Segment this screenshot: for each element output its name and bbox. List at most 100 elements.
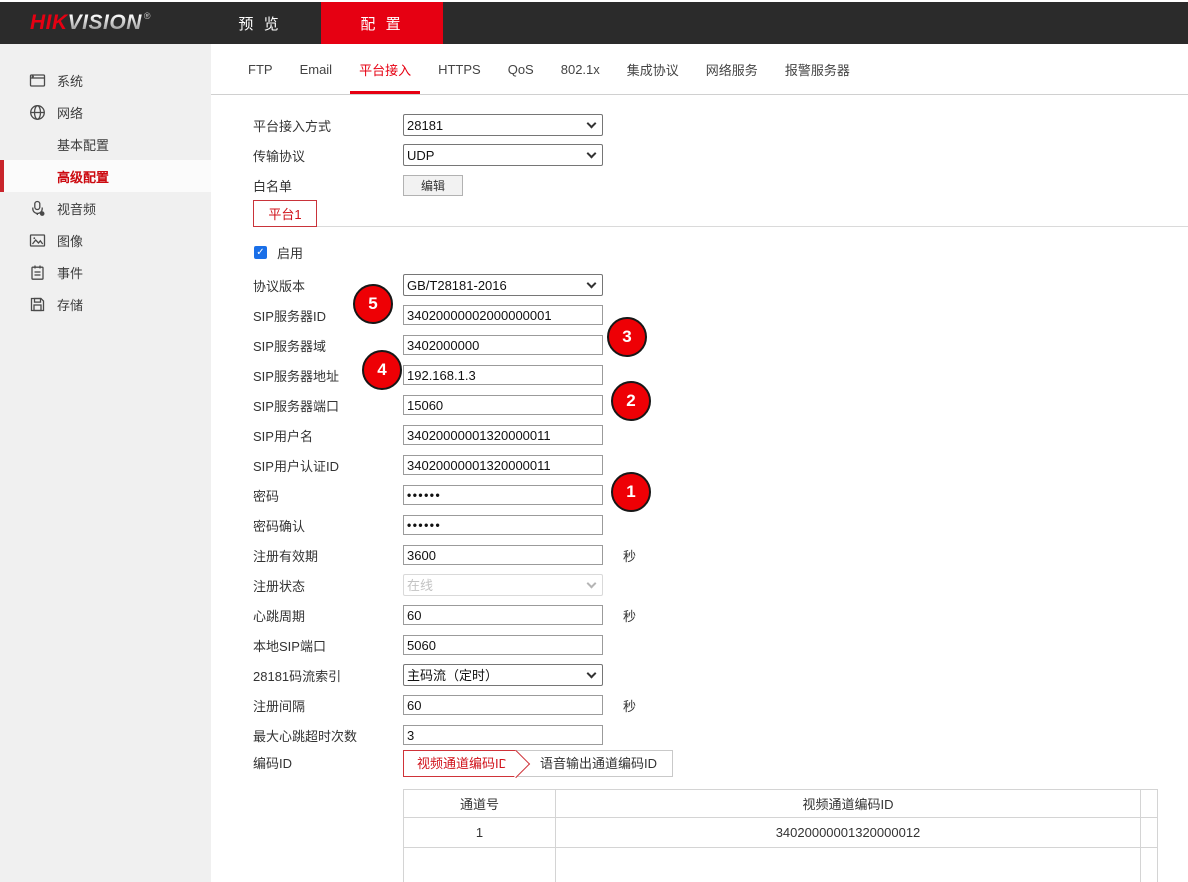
channel-table-body: 134020000001320000012 — [404, 818, 1158, 882]
table-cell: 1 — [404, 818, 556, 848]
form-row: 最大心跳超时次数 — [253, 720, 1188, 750]
subtab-integration-protocol[interactable]: 集成协议 — [620, 44, 686, 94]
field-label: 28181码流索引 — [253, 666, 403, 685]
password-confirm-input[interactable] — [403, 515, 603, 535]
subtab-qos[interactable]: QoS — [501, 44, 541, 94]
sidebar-item-audio-video[interactable]: 视音频 — [0, 192, 211, 224]
transport-protocol-select[interactable]: UDP — [403, 144, 603, 166]
sidebar-item-label: 视音频 — [57, 199, 96, 218]
audio-video-icon — [29, 200, 46, 217]
whitelist-edit-button[interactable]: 编辑 — [403, 175, 463, 196]
sidebar-item-label: 事件 — [57, 263, 83, 282]
settings-tab-bar: FTP Email 平台接入 HTTPS QoS 802.1x 集成协议网络服务报警服务器 — [211, 44, 1188, 95]
content-area: FTPEmail平台接入HTTPSQoS802.1x集成协议网络服务报警服务器 … — [211, 44, 1188, 882]
form-row: SIP服务器ID — [253, 300, 1188, 330]
image-icon — [29, 232, 46, 249]
form-row: SIP用户认证ID — [253, 450, 1188, 480]
subtab-ftp[interactable]: FTP — [241, 44, 280, 94]
subtab-platform-access[interactable]: 平台接入 — [352, 44, 418, 94]
platform-access-mode-select[interactable]: 28181 — [403, 114, 603, 136]
top-tab-config[interactable]: 配 置 — [321, 2, 443, 44]
system-icon — [29, 72, 46, 89]
field-label: 本地SIP端口 — [253, 636, 403, 655]
local-sip-port-input[interactable] — [403, 635, 603, 655]
field-label: SIP用户名 — [253, 426, 403, 445]
annotation-circle-3: 3 — [607, 317, 647, 357]
enable-checkbox[interactable]: ✓ — [254, 246, 267, 259]
platform-access-mode-select[interactable]: 28181 — [403, 114, 603, 136]
table-cell — [404, 848, 556, 882]
table-header-cell: 通道号 — [404, 790, 556, 818]
logo-hik: HIK — [30, 11, 68, 35]
sip-server-address-input[interactable] — [403, 365, 603, 385]
form-row: 心跳周期秒 — [253, 600, 1188, 630]
sidebar-item-image[interactable]: 图像 — [0, 224, 211, 256]
sidebar-item-basic-config[interactable]: 基本配置 — [0, 128, 211, 160]
sidebar-item-network[interactable]: 网络 — [0, 96, 211, 128]
registration-status-select[interactable]: 在线 — [403, 574, 603, 596]
form-row: SIP服务器端口 — [253, 390, 1188, 420]
tab-audio-output-channel-encoding-id[interactable]: 语音输出通道编码ID — [514, 750, 673, 777]
stream-index-select[interactable]: 主码流（定时） — [403, 664, 603, 686]
sidebar: 系统网络基本配置高级配置视音频图像事件存储 — [0, 44, 211, 882]
channel-table-head: 通道号视频通道编码ID — [404, 790, 1158, 818]
subtab-https[interactable]: HTTPS — [431, 44, 488, 94]
password-input[interactable] — [403, 485, 603, 505]
top-nav: 预 览配 置 — [199, 2, 443, 44]
sip-username-input[interactable] — [403, 425, 603, 445]
sidebar-item-label: 基本配置 — [57, 135, 109, 154]
subtab-email[interactable]: Email — [293, 44, 340, 94]
form-row: 密码确认 — [253, 510, 1188, 540]
field-label: SIP服务器端口 — [253, 396, 403, 415]
sip-server-port-input[interactable] — [403, 395, 603, 415]
field-label: 平台接入方式 — [253, 116, 403, 135]
sidebar-item-storage[interactable]: 存储 — [0, 288, 211, 320]
sip-user-auth-id-input[interactable] — [403, 455, 603, 475]
sip-server-id-input[interactable] — [403, 305, 603, 325]
encoding-id-row: 编码ID 视频通道编码ID 语音输出通道编码ID — [253, 750, 1188, 778]
table-header-row: 通道号视频通道编码ID — [404, 790, 1158, 818]
subtab-alarm-server[interactable]: 报警服务器 — [778, 44, 857, 94]
form-rows-main: 协议版本GB/T28181-2016SIP服务器IDSIP服务器域SIP服务器地… — [253, 270, 1188, 750]
registration-interval-input[interactable] — [403, 695, 603, 715]
annotation-circle-1: 1 — [611, 472, 651, 512]
table-header-cell — [1141, 790, 1158, 818]
form-row: 平台接入方式28181 — [253, 110, 1188, 140]
protocol-version-select[interactable]: GB/T28181-2016 — [403, 274, 603, 296]
field-label: 最大心跳超时次数 — [253, 726, 403, 745]
registration-validity-input[interactable] — [403, 545, 603, 565]
protocol-version-select[interactable]: GB/T28181-2016 — [403, 274, 603, 296]
stream-index-select[interactable]: 主码流（定时） — [403, 664, 603, 686]
table-cell — [1141, 848, 1158, 882]
platform-access-form: 平台接入方式28181传输协议UDP白名单编辑 平台1 ✓ 启用 协议版本GB/… — [211, 95, 1188, 882]
table-cell: 34020000001320000012 — [556, 818, 1141, 848]
tab-video-channel-encoding-id[interactable]: 视频通道编码ID — [403, 750, 516, 777]
storage-icon — [29, 296, 46, 313]
unit-label: 秒 — [623, 696, 636, 715]
tab-platform-1[interactable]: 平台1 — [253, 200, 317, 227]
top-header-bar: HIKVISION® 预 览配 置 — [0, 2, 1188, 44]
unit-label: 秒 — [623, 606, 636, 625]
field-label: 密码 — [253, 486, 403, 505]
network-icon — [29, 104, 46, 121]
field-label: 注册有效期 — [253, 546, 403, 565]
max-heartbeat-timeout-input[interactable] — [403, 725, 603, 745]
subtab-network-service[interactable]: 网络服务 — [699, 44, 765, 94]
registered-trademark-icon: ® — [144, 11, 151, 21]
sip-server-domain-input[interactable] — [403, 335, 603, 355]
top-tab-preview[interactable]: 预 览 — [199, 2, 321, 44]
channel-encoding-table: 通道号视频通道编码ID 134020000001320000012 — [403, 789, 1158, 882]
heartbeat-period-input[interactable] — [403, 605, 603, 625]
sidebar-item-label: 高级配置 — [57, 167, 109, 186]
registration-status-select[interactable]: 在线 — [403, 574, 603, 596]
form-row: SIP用户名 — [253, 420, 1188, 450]
sidebar-item-system[interactable]: 系统 — [0, 64, 211, 96]
sidebar-item-event[interactable]: 事件 — [0, 256, 211, 288]
subtab-8021x[interactable]: 802.1x — [554, 44, 607, 94]
transport-protocol-select[interactable]: UDP — [403, 144, 603, 166]
logo-vision: VISION — [68, 11, 142, 35]
field-label: 传输协议 — [253, 146, 403, 165]
sidebar-item-advanced-config[interactable]: 高级配置 — [0, 160, 211, 192]
unit-label: 秒 — [623, 546, 636, 565]
table-header-cell: 视频通道编码ID — [556, 790, 1141, 818]
